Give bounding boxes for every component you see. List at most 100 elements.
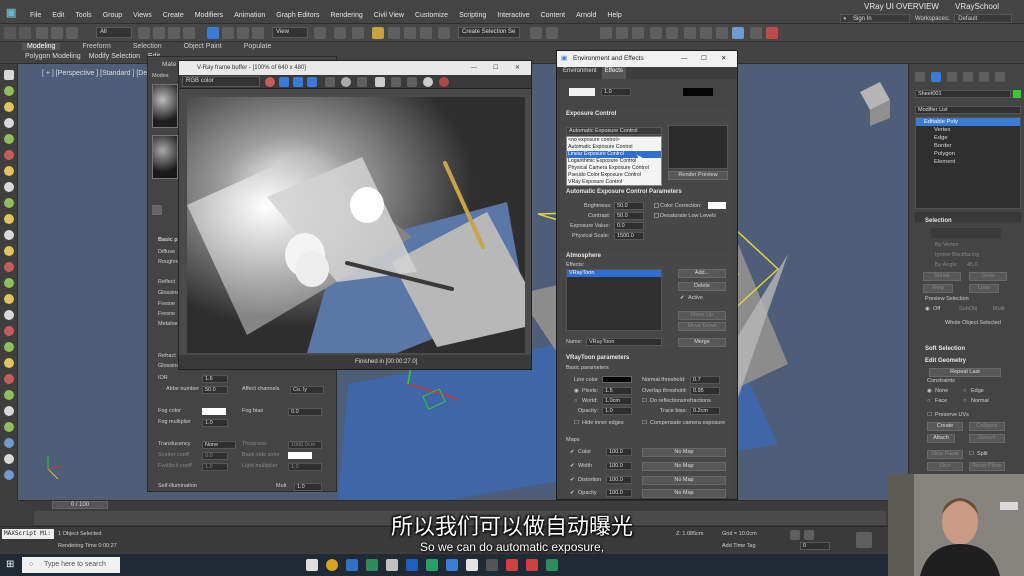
- menu-create[interactable]: Create: [163, 12, 184, 19]
- grow-button[interactable]: Grow: [969, 272, 1007, 281]
- menu-arnold[interactable]: Arnold: [576, 12, 596, 19]
- render-setup-icon[interactable]: [700, 27, 712, 39]
- teapot-icon[interactable]: [4, 262, 14, 272]
- delete-effect-button[interactable]: Delete: [678, 282, 726, 291]
- mono-icon[interactable]: [325, 77, 335, 87]
- workspaces-dropdown[interactable]: Default: [954, 14, 1013, 23]
- move-down-button[interactable]: Move Down: [678, 322, 726, 331]
- duplicate-icon[interactable]: [391, 77, 401, 87]
- basic-parameters-head[interactable]: Basic p: [158, 237, 178, 243]
- text-icon[interactable]: [4, 454, 14, 464]
- edit-named-selection-icon[interactable]: [438, 27, 450, 39]
- color-map-amount[interactable]: 100.0: [606, 448, 632, 456]
- world-field[interactable]: 1.0cm: [602, 397, 632, 405]
- window-crossing-icon[interactable]: [183, 27, 195, 39]
- tube-icon[interactable]: [4, 134, 14, 144]
- menu-group[interactable]: Group: [103, 12, 122, 19]
- tab-object-paint[interactable]: Object Paint: [184, 43, 222, 50]
- load-image-icon[interactable]: [357, 77, 367, 87]
- geosphere-icon[interactable]: [4, 294, 14, 304]
- scatter-coeff-field[interactable]: 0.0: [202, 452, 228, 460]
- vray-sphere-icon[interactable]: [4, 374, 14, 384]
- level-field[interactable]: 1.0: [601, 88, 631, 96]
- spacewarp-icon[interactable]: [4, 198, 14, 208]
- sphere-icon[interactable]: [4, 86, 14, 96]
- snaps-toggle-icon[interactable]: [372, 27, 384, 39]
- subobject-buttons[interactable]: [931, 228, 1001, 238]
- normal-threshold-field[interactable]: 0.7: [690, 376, 720, 384]
- repeat-last-button[interactable]: Repeat Last: [929, 368, 1001, 377]
- sign-in-dropdown[interactable]: ● Sign In: [840, 14, 910, 23]
- ignore-backfacing-label[interactable]: Ignore Backfacing: [935, 252, 979, 258]
- env-minimize-button[interactable]: —: [681, 51, 688, 67]
- opacity-map-button[interactable]: No Map: [642, 489, 726, 498]
- display-icon[interactable]: [4, 470, 14, 480]
- thickness-field[interactable]: 1000.0cm: [288, 441, 322, 449]
- stack-edge[interactable]: Edge: [916, 134, 1020, 142]
- menu-civil-view[interactable]: Civil View: [374, 12, 404, 19]
- menu-customize[interactable]: Customize: [415, 12, 448, 19]
- channel-dropdown[interactable]: RGB color: [182, 76, 260, 87]
- taskbar-search[interactable]: ○ Type here to search: [22, 557, 120, 573]
- exposure-option[interactable]: Logarithmic Exposure Control: [567, 158, 661, 165]
- constraint-normal-radio[interactable]: ○: [963, 398, 966, 404]
- contrast-field[interactable]: 50.0: [614, 212, 644, 220]
- store-icon[interactable]: [366, 559, 378, 571]
- split-checkbox[interactable]: ☐: [969, 451, 974, 457]
- tab-selection[interactable]: Selection: [133, 43, 162, 50]
- opacity-field[interactable]: 1.0: [602, 407, 632, 415]
- active-checkbox[interactable]: ✔: [680, 295, 685, 301]
- menu-tools[interactable]: Tools: [75, 12, 91, 19]
- vray-light-icon[interactable]: [766, 27, 778, 39]
- self-illum-mult-field[interactable]: 1.0: [294, 483, 322, 491]
- by-angle-value[interactable]: 45.0: [967, 262, 978, 268]
- ring-button[interactable]: Ring: [923, 284, 953, 293]
- pivot-icon[interactable]: [314, 27, 326, 39]
- effects-list[interactable]: VRayToon: [566, 269, 662, 331]
- tab-environment[interactable]: Environment: [560, 67, 600, 79]
- windows-start-icon[interactable]: ⊞: [6, 559, 18, 571]
- overlap-threshold-field[interactable]: 0.95: [690, 387, 720, 395]
- brightness-field[interactable]: 50.0: [614, 202, 644, 210]
- color-red-icon[interactable]: [265, 77, 275, 87]
- env-close-button[interactable]: ✕: [721, 51, 726, 67]
- translucency-dropdown[interactable]: None: [202, 441, 236, 449]
- color-green-icon[interactable]: [279, 77, 289, 87]
- stack-border[interactable]: Border: [916, 142, 1020, 150]
- fog-color-swatch[interactable]: [202, 408, 226, 415]
- reset-plane-button[interactable]: Reset Plane: [969, 462, 1005, 471]
- app4-icon[interactable]: [506, 559, 518, 571]
- track-mouse-icon[interactable]: [407, 77, 417, 87]
- app5-icon[interactable]: [526, 559, 538, 571]
- constraint-none-radio[interactable]: ◉: [927, 388, 932, 394]
- mirror-icon[interactable]: [530, 27, 542, 39]
- tab-effects[interactable]: Effects: [601, 67, 626, 79]
- merge-button[interactable]: Merge: [678, 338, 726, 347]
- exposure-value-field[interactable]: 0.0: [614, 222, 644, 230]
- vray-plane-icon[interactable]: [4, 326, 14, 336]
- plane-icon[interactable]: [4, 230, 14, 240]
- slice-button[interactable]: Slice: [927, 462, 963, 471]
- color-map-checkbox[interactable]: ✔: [570, 449, 575, 455]
- stack-element[interactable]: Element: [916, 158, 1020, 166]
- exposure-option-highlighted[interactable]: Linear Exposure Control: [567, 151, 661, 158]
- light-multiplier-field[interactable]: 1.0: [288, 463, 322, 471]
- modifier-list-dropdown[interactable]: Modifier List: [915, 106, 1021, 114]
- exposure-option[interactable]: Physical Camera Exposure Control: [567, 165, 661, 172]
- edge-icon[interactable]: [346, 559, 358, 571]
- exposure-control-head[interactable]: Exposure Control: [560, 109, 732, 119]
- menu-rendering[interactable]: Rendering: [330, 12, 362, 19]
- width-map-checkbox[interactable]: ✔: [570, 463, 575, 469]
- bind-space-warp-icon[interactable]: [66, 27, 78, 39]
- exposure-option[interactable]: VRay Exposure Control: [567, 179, 661, 186]
- unlink-icon[interactable]: [51, 27, 63, 39]
- ior-field[interactable]: 1.6: [202, 375, 228, 383]
- collapse-button[interactable]: Collapse: [969, 422, 1005, 431]
- stack-vertex[interactable]: Vertex: [916, 126, 1020, 134]
- rotate-icon[interactable]: [222, 27, 234, 39]
- menu-graph-editors[interactable]: Graph Editors: [276, 12, 319, 19]
- preview-subobj-label[interactable]: SubObj: [959, 306, 977, 312]
- camera-icon[interactable]: [4, 166, 14, 176]
- tab-modeling[interactable]: Modeling: [22, 43, 61, 50]
- placement-icon[interactable]: [252, 27, 264, 39]
